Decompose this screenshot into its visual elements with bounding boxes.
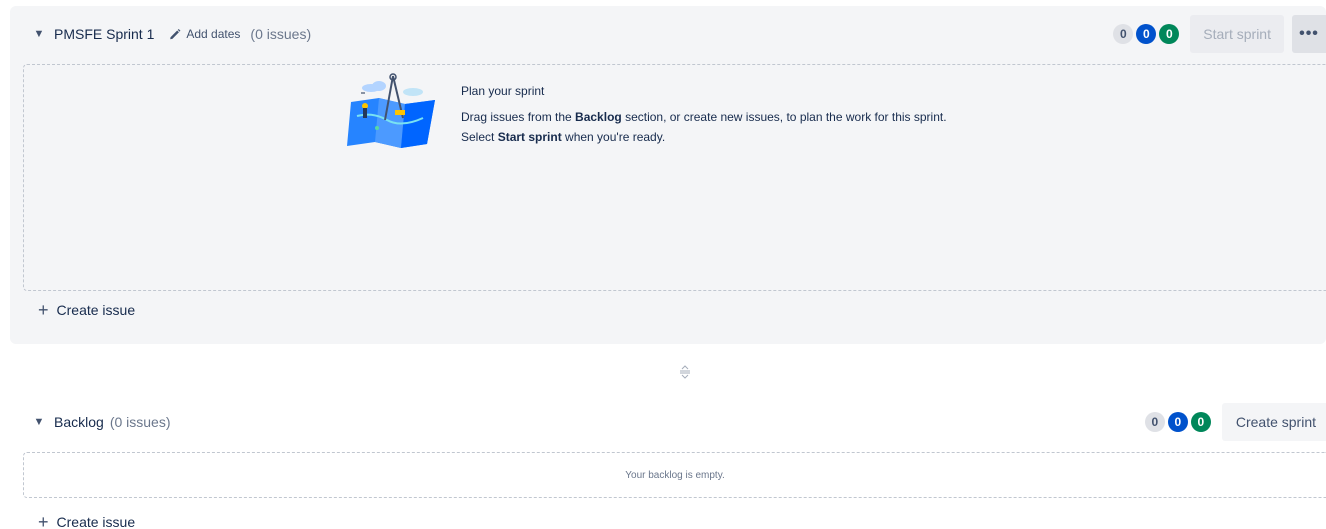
desc-part-3: when you're ready. [561,130,666,144]
chevron-down-icon[interactable]: ▼ [32,27,46,41]
sprint-create-issue-button[interactable]: + Create issue [38,298,135,322]
sprint-map-illustration [347,73,435,148]
in-progress-count-badge: 0 [1136,24,1157,44]
create-sprint-button[interactable]: Create sprint [1221,403,1326,441]
empty-state-title: Plan your sprint [461,84,545,98]
backlog-header-actions: 0 0 0 Create sprint [1144,398,1326,446]
backlog-issue-count: (0 issues) [109,414,171,430]
plus-icon: + [38,300,49,320]
create-issue-label: Create issue [56,302,136,318]
backlog-empty-text: Your backlog is empty. [625,469,725,481]
todo-count-badge: 0 [1144,412,1165,432]
add-dates-label: Add dates [186,27,241,41]
sprint-issue-count: (0 issues) [250,26,312,42]
backlog-header: ▼ Backlog (0 issues) 0 0 0 Create sprint [0,398,1326,446]
backlog-create-issue-button[interactable]: + Create issue [38,512,135,529]
drag-handle-glyph [680,365,690,379]
empty-state-description: Drag issues from the Backlog section, or… [461,107,981,147]
desc-part-1: Drag issues from the [461,110,576,124]
sprint-name[interactable]: PMSFE Sprint 1 [54,26,154,42]
drag-handle-icon[interactable] [675,362,695,382]
plus-icon: + [38,512,49,529]
todo-count-badge: 0 [1113,24,1134,44]
create-issue-label: Create issue [56,514,136,529]
sprint-header: ▼ PMSFE Sprint 1 Add dates (0 issues) 0 … [10,6,1326,62]
sprint-empty-state: Plan your sprint Drag issues from the Ba… [343,72,981,152]
pencil-icon [170,29,181,40]
in-progress-count-badge: 0 [1167,412,1188,432]
sprint-header-actions: 0 0 0 Start sprint ••• [1113,6,1326,62]
add-dates-button[interactable]: Add dates [168,27,240,41]
chevron-down-icon[interactable]: ▼ [32,415,46,429]
desc-bold-start-sprint: Start sprint [497,130,562,144]
backlog-page: ▼ PMSFE Sprint 1 Add dates (0 issues) 0 … [0,0,1326,529]
done-count-badge: 0 [1159,24,1180,44]
sprint-container: ▼ PMSFE Sprint 1 Add dates (0 issues) 0 … [10,6,1326,344]
start-sprint-button[interactable]: Start sprint [1190,15,1284,53]
done-count-badge: 0 [1190,412,1211,432]
backlog-empty-drop-zone[interactable]: Your backlog is empty. [23,452,1326,498]
backlog-title[interactable]: Backlog [54,414,104,430]
more-actions-button[interactable]: ••• [1292,15,1326,53]
empty-state-text: Plan your sprint Drag issues from the Ba… [461,72,981,147]
desc-bold-backlog: Backlog [575,110,622,124]
